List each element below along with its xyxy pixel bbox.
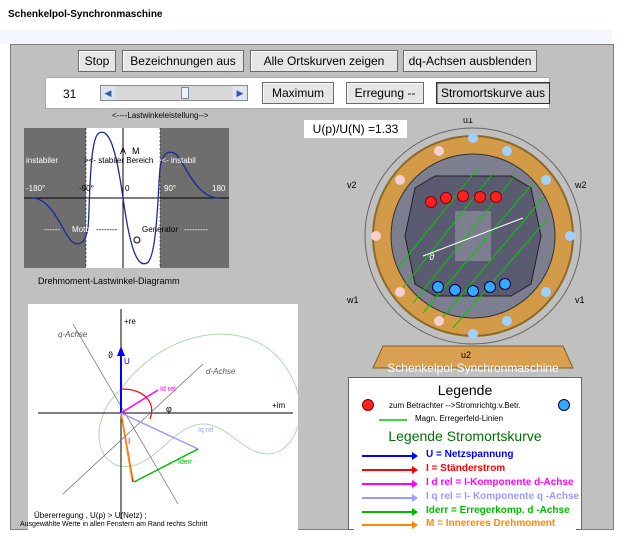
id-rel-phasor — [120, 389, 159, 414]
theta-label: ϑ — [108, 350, 113, 360]
iq-rel-label: Iq rel — [198, 427, 214, 434]
current-locus-button[interactable]: Stromortskurve aus — [436, 82, 550, 104]
rotor-angle-label: ϑ — [429, 252, 435, 263]
x-tick: -90° — [79, 184, 94, 193]
current-locus-legend: Legende Stromortskurve U = Netzspannung … — [354, 428, 579, 531]
load-angle-value: 31 — [63, 87, 77, 101]
slider-left-arrow-icon[interactable]: ◀ — [101, 86, 115, 100]
svg-text:---------: --------- — [184, 225, 208, 234]
iderr-label: Iderr — [178, 459, 193, 466]
winding-label-v1: v1 — [575, 295, 585, 305]
legend-field-line-text: Magn. Erregerfeld-Linien — [415, 414, 504, 423]
u-phasor-label: U — [124, 357, 130, 366]
torque-angle-diagram: instabiler ><- stabiler Bereich -><- ins… — [24, 128, 229, 268]
slider-caption: <----Lastwinkeleistellung--> — [112, 111, 209, 120]
generator-label: Generator — [142, 225, 178, 234]
slider-thumb[interactable] — [181, 87, 189, 99]
motor-label: Motor — [72, 225, 93, 234]
phi-label: φ — [166, 404, 172, 414]
load-angle-slider[interactable]: ◀ ▶ — [100, 85, 248, 101]
legend-entry: Iderr = Erregerkomp. d -Achse — [360, 505, 572, 519]
region-label-unstable-right: -><- instabil — [154, 156, 196, 165]
app-title: Schenkelpol-Synchronmaschine — [8, 9, 163, 20]
dq-axes-toggle-button[interactable]: dq-Achsen ausblenden — [403, 50, 537, 72]
bottom-note: Ausgewählte Werte in allen Fenstern am R… — [20, 521, 208, 528]
legend-entry: I q rel = I- Komponente q -Achse — [360, 491, 579, 505]
x-tick: 0 — [125, 184, 130, 193]
machine-name-label: Schenkelpol-Synchronmaschine — [387, 361, 559, 375]
current-locus-legend-title: Legende Stromortskurve — [388, 428, 542, 444]
x-tick: -180° — [26, 184, 45, 193]
top-strip — [0, 30, 612, 44]
legend-title: Legende — [437, 382, 493, 398]
iq-rel-phasor — [120, 412, 199, 450]
legend-entry: U = Netzspannung — [360, 449, 572, 463]
id-rel-label: Id rel — [160, 386, 176, 393]
x-tick: 180 — [212, 184, 226, 193]
machine-cross-section: ϑ u1 v2 w2 w1 v1 u2 Schenkelpol-Synchron… — [343, 115, 603, 380]
labels-toggle-button[interactable]: Bezeichnungen aus — [122, 50, 244, 72]
legend-entry: I d rel = I-Komponente d-Achse — [360, 477, 574, 491]
region-label-unstable-left: instabiler — [26, 156, 58, 165]
winding-label-w2: w2 — [574, 180, 587, 190]
show-all-loci-button[interactable]: Alle Ortskurven zeigen — [250, 50, 398, 72]
x-tick: 90° — [164, 184, 176, 193]
re-axis-label: +re — [124, 317, 136, 326]
winding-label-v2: v2 — [347, 180, 357, 190]
current-locus-plot: +re +im q-Achse d-Achse U I Id rel Iq re… — [28, 304, 301, 530]
d-axis-label: d-Achse — [206, 367, 236, 376]
point-label-a: A — [120, 146, 126, 156]
point-label-m: M — [132, 146, 140, 156]
svg-text:--------: -------- — [96, 225, 118, 234]
excitation-status-text: Übererregung , U(p) > U(Netz) ; — [34, 511, 147, 520]
excitation-button[interactable]: Erregung -- — [346, 82, 424, 104]
i-phasor-label: I — [128, 437, 130, 446]
slider-right-arrow-icon[interactable]: ▶ — [233, 86, 247, 100]
q-axis-label: q-Achse — [58, 330, 88, 339]
torque-diagram-caption: Drehmoment-Lastwinkel-Diagramm — [38, 276, 180, 286]
winding-label-u1: u1 — [463, 118, 473, 125]
winding-label-w1: w1 — [346, 295, 359, 305]
stop-button[interactable]: Stop — [78, 50, 116, 72]
legend-symbol-text: zum Betrachter -->Stromrichtg.v.Betr. — [389, 401, 521, 410]
legend-entry: I = Ständerstrom — [360, 463, 572, 477]
winding-label-u2: u2 — [461, 350, 471, 360]
svg-text:------: ------ — [44, 225, 60, 234]
im-axis-label: +im — [272, 401, 285, 410]
maximum-button[interactable]: Maximum — [262, 82, 334, 104]
region-label-stable: ><- stabiler Bereich — [84, 156, 153, 165]
current-locus-curve — [98, 333, 301, 467]
